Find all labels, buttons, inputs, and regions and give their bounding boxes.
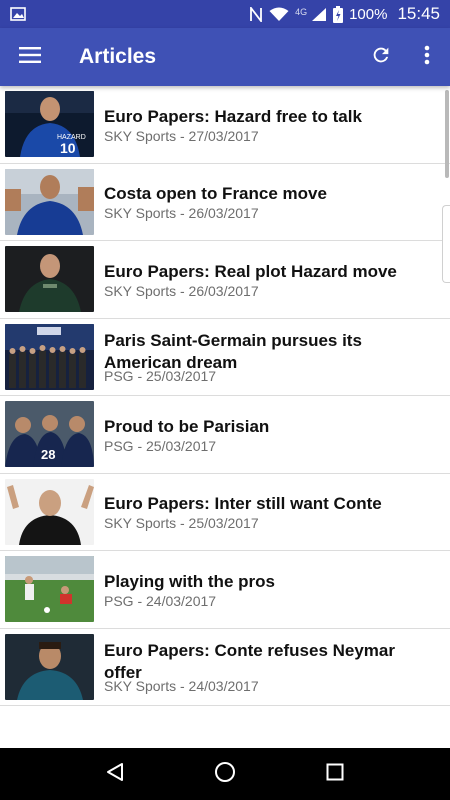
back-triangle-icon — [105, 762, 125, 787]
press-event-photo-icon — [5, 323, 94, 390]
player-photo-icon — [5, 246, 94, 313]
article-meta: SKY Sports - 26/03/2017 — [104, 205, 259, 222]
article-meta: SKY Sports - 26/03/2017 — [104, 282, 259, 299]
back-button[interactable] — [90, 748, 140, 800]
gallery-notification-icon — [10, 7, 26, 21]
article-meta: PSG - 25/03/2017 — [104, 367, 217, 384]
article-row[interactable]: Euro Papers: Real plot Hazard move SKY S… — [0, 241, 450, 319]
article-meta: SKY Sports - 27/03/2017 — [104, 127, 259, 144]
fast-scroll-handle[interactable] — [442, 205, 450, 283]
system-nav-bar — [0, 748, 450, 800]
article-headline: Euro Papers: Inter still want Conte — [104, 494, 382, 514]
clock: 15:45 — [397, 4, 440, 23]
overflow-menu-button[interactable] — [404, 28, 450, 86]
wifi-icon — [269, 7, 289, 22]
player-photo-icon — [5, 633, 94, 700]
coach-photo-icon — [5, 478, 94, 545]
article-row[interactable]: Euro Papers: Conte refuses Neymar offer … — [0, 629, 450, 706]
training-photo-icon — [5, 556, 94, 623]
article-meta: SKY Sports - 25/03/2017 — [104, 515, 259, 532]
article-row[interactable]: Euro Papers: Inter still want Conte SKY … — [0, 474, 450, 551]
article-meta: PSG - 25/03/2017 — [104, 437, 217, 454]
scroll-indicator[interactable] — [445, 90, 449, 178]
battery-level: 100% — [349, 5, 388, 23]
article-row[interactable]: Paris Saint-Germain pursues its American… — [0, 319, 450, 396]
refresh-button[interactable] — [358, 28, 404, 86]
article-row[interactable]: Costa open to France move SKY Sports - 2… — [0, 164, 450, 241]
menu-button[interactable] — [0, 28, 60, 86]
status-bar: 4G 100% 15:45 — [0, 0, 450, 28]
home-circle-icon — [214, 761, 236, 788]
article-list[interactable]: HAZARD 10 Euro Papers: Hazard free to tal… — [0, 86, 450, 748]
article-row[interactable]: 28 Proud to be Parisian PSG - 25/03/2017 — [0, 396, 450, 474]
player-photo-icon — [5, 168, 94, 235]
cell-signal-icon — [311, 7, 327, 22]
more-vertical-icon — [424, 45, 430, 70]
article-meta: SKY Sports - 24/03/2017 — [104, 677, 259, 694]
svg-text:28: 28 — [41, 447, 55, 462]
nfc-icon — [249, 6, 263, 22]
article-headline: Costa open to France move — [104, 184, 327, 204]
article-row[interactable]: HAZARD 10 Euro Papers: Hazard free to tal… — [0, 86, 450, 164]
network-type-label: 4G — [295, 7, 308, 17]
article-headline: Euro Papers: Hazard free to talk — [104, 106, 362, 126]
article-headline: Euro Papers: Real plot Hazard move — [104, 261, 397, 281]
article-headline: Playing with the pros — [104, 571, 275, 591]
article-headline: Proud to be Parisian — [104, 416, 270, 436]
app-bar: Articles — [0, 28, 450, 86]
recents-square-icon — [326, 763, 344, 786]
svg-text:10: 10 — [60, 140, 76, 156]
home-button[interactable] — [200, 748, 250, 800]
refresh-icon — [370, 44, 392, 71]
article-row[interactable]: Playing with the pros PSG - 24/03/2017 — [0, 551, 450, 629]
article-meta: PSG - 24/03/2017 — [104, 592, 217, 609]
page-title: Articles — [79, 45, 157, 68]
recents-button[interactable] — [310, 748, 360, 800]
battery-icon — [333, 5, 344, 23]
team-photo-icon: 28 — [5, 401, 94, 468]
hamburger-menu-icon — [19, 46, 41, 68]
player-photo-icon: HAZARD 10 — [5, 91, 94, 158]
